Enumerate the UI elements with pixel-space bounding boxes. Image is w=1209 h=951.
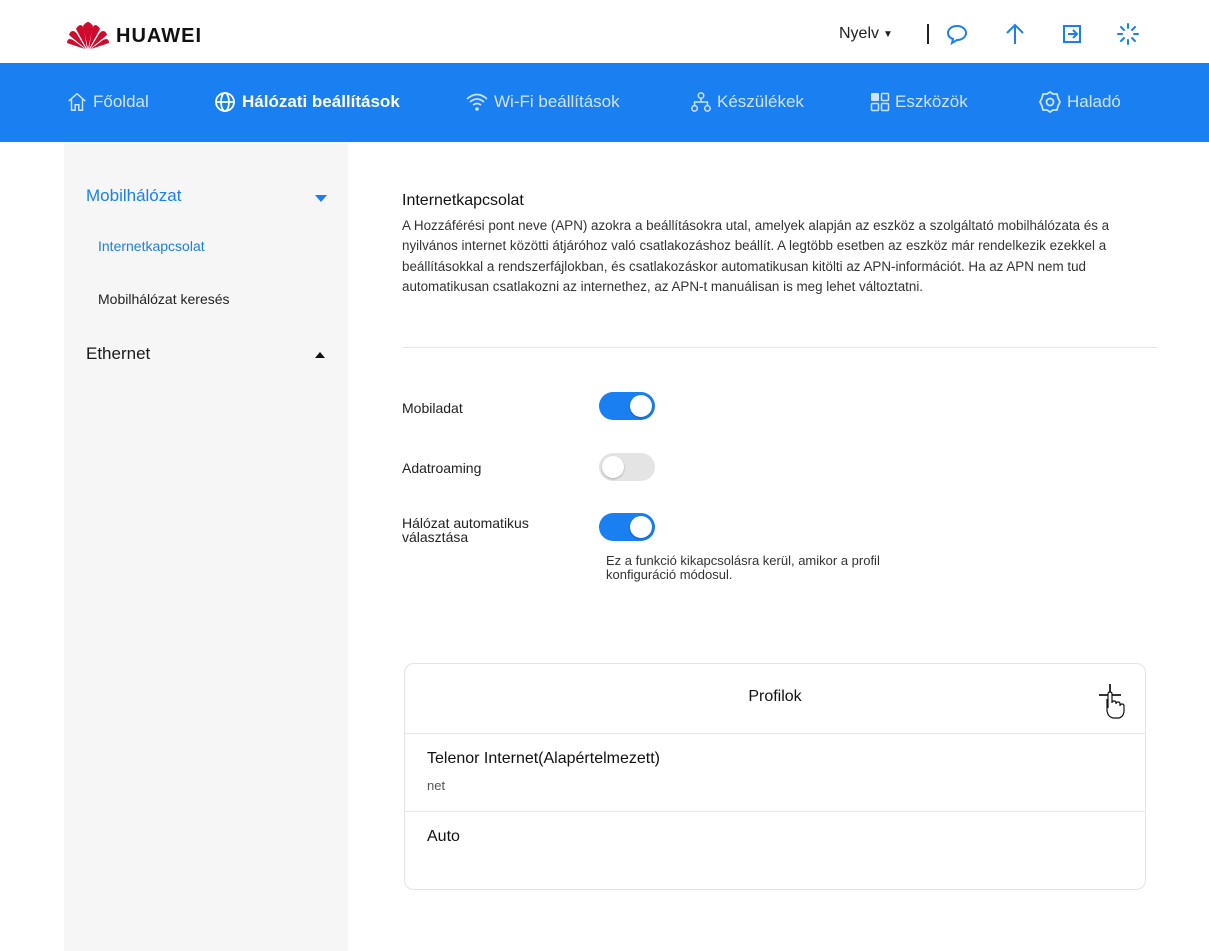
- profile-name: Auto: [427, 828, 460, 845]
- sidebar-item-network-search[interactable]: Mobilhálózat keresés: [98, 291, 230, 307]
- sidebar-item-label: Internetkapcsolat: [98, 238, 205, 254]
- profiles-title: Profilok: [748, 688, 802, 705]
- loading-spinner-icon: [1117, 23, 1139, 45]
- add-profile-button[interactable]: [1097, 682, 1131, 720]
- nav-item-label: Hálózati beállítások: [242, 92, 400, 111]
- data-roaming-label: Adatroaming: [402, 460, 482, 476]
- mobile-data-toggle[interactable]: [599, 392, 655, 420]
- nav-item-advanced[interactable]: Haladó: [1038, 89, 1121, 115]
- sidebar: Mobilhálózat Internetkapcsolat Mobilháló…: [64, 142, 348, 951]
- page-title: Internetkapcsolat: [402, 192, 524, 209]
- devices-icon: [691, 92, 711, 112]
- profile-name: Telenor Internet(Alapértelmezett): [427, 750, 660, 767]
- huawei-flower-icon: [67, 22, 109, 49]
- toggle-knob: [630, 516, 652, 538]
- section-divider: [402, 347, 1157, 348]
- sidebar-item-internet-connection[interactable]: Internetkapcsolat: [98, 238, 205, 254]
- page-description: A Hozzáférési pont neve (APN) azokra a b…: [402, 218, 1110, 295]
- sidebar-group-label: Mobilhálózat: [86, 186, 182, 205]
- nav-item-devices[interactable]: Készülékek: [690, 89, 804, 115]
- mobile-data-label: Mobiladat: [402, 400, 463, 416]
- nav-item-home[interactable]: Főoldal: [66, 89, 149, 115]
- toggle-knob: [602, 456, 624, 478]
- top-bar: HUAWEI Nyelv ▼: [0, 0, 1209, 63]
- toggle-knob: [630, 395, 652, 417]
- nav-item-wifi-settings[interactable]: Wi-Fi beállítások: [465, 89, 620, 115]
- toolbar-divider: [927, 24, 929, 44]
- nav-item-label: Készülékek: [717, 92, 804, 111]
- main-navigation: Főoldal Hálózati beállítások Wi-Fi beáll…: [0, 63, 1209, 142]
- brand-name: HUAWEI: [116, 24, 202, 47]
- nav-item-label: Főoldal: [93, 92, 149, 111]
- sidebar-group-label: Ethernet: [86, 344, 151, 363]
- gear-icon: [1038, 90, 1062, 114]
- profile-item[interactable]: Telenor Internet(Alapértelmezett) net: [405, 734, 1145, 812]
- auto-network-selection-label: Hálózat automatikus választása: [402, 515, 529, 545]
- huawei-logo[interactable]: HUAWEI: [66, 22, 202, 50]
- logout-icon[interactable]: [1060, 22, 1084, 46]
- upload-arrow-icon[interactable]: [1003, 22, 1027, 46]
- tools-grid-icon: [870, 92, 890, 112]
- language-selector[interactable]: Nyelv ▼: [839, 25, 893, 43]
- nav-item-label: Haladó: [1067, 92, 1121, 111]
- caret-up-icon[interactable]: [314, 351, 326, 359]
- chevron-down-icon: ▼: [883, 28, 893, 40]
- chat-icon[interactable]: [945, 22, 969, 46]
- nav-item-label: Eszközök: [895, 92, 968, 111]
- profile-item[interactable]: Auto: [405, 812, 1145, 889]
- sidebar-group-mobile-network[interactable]: Mobilhálózat: [86, 186, 181, 206]
- sidebar-group-ethernet[interactable]: Ethernet: [86, 344, 150, 364]
- profile-apn: net: [427, 778, 446, 793]
- home-icon: [68, 92, 86, 111]
- globe-icon: [215, 92, 235, 112]
- nav-item-network-settings[interactable]: Hálózati beállítások: [213, 89, 400, 115]
- auto-network-selection-toggle[interactable]: [599, 513, 655, 541]
- data-roaming-toggle[interactable]: [599, 453, 655, 481]
- profiles-card: Profilok Telenor Internet(Alapértelmezet…: [404, 663, 1146, 890]
- nav-item-tools[interactable]: Eszközök: [870, 89, 968, 115]
- wifi-icon: [466, 93, 488, 111]
- nav-item-label: Wi-Fi beállítások: [494, 92, 620, 111]
- sidebar-item-label: Mobilhálózat keresés: [98, 291, 230, 307]
- language-label: Nyelv: [839, 25, 880, 42]
- auto-network-hint: Ez a funkció kikapcsolásra kerül, amikor…: [606, 553, 880, 582]
- profiles-card-header: Profilok: [405, 664, 1145, 734]
- caret-down-icon[interactable]: [314, 194, 328, 203]
